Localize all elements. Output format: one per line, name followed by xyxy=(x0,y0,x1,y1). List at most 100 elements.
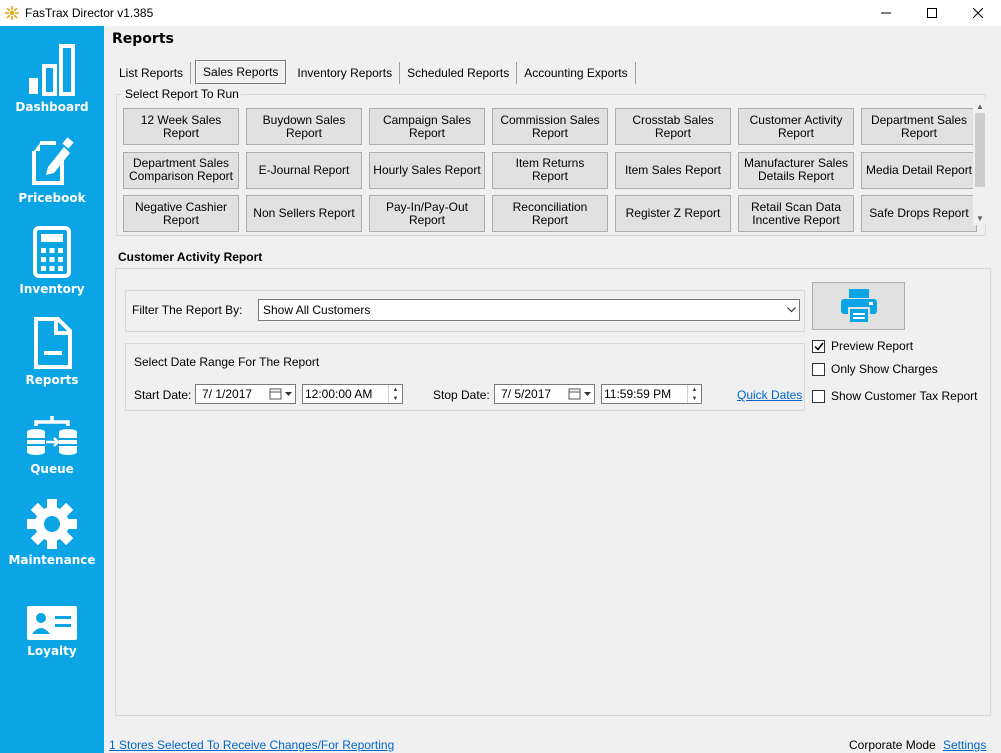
report-button[interactable]: Safe Drops Report xyxy=(861,195,977,233)
report-button[interactable]: Item Sales Report xyxy=(615,151,731,189)
maximize-icon xyxy=(927,8,937,18)
only-show-charges-checkbox[interactable]: Only Show Charges xyxy=(812,362,938,376)
filter-select[interactable]: Show All Customers xyxy=(258,299,800,321)
sidebar-item-maintenance[interactable]: Maintenance xyxy=(0,481,104,567)
stop-time-stepper[interactable]: 11:59:59 PM ▲ ▼ xyxy=(601,384,702,404)
start-date-value: 7/ 1/2017 xyxy=(202,387,253,401)
report-button-line: Department Sales xyxy=(870,112,968,127)
print-report-button[interactable] xyxy=(812,282,905,330)
checkbox-box[interactable] xyxy=(812,362,825,376)
sidebar-item-label: Loyalty xyxy=(27,644,77,658)
sidebar-item-dashboard[interactable]: Dashboard xyxy=(0,26,104,114)
report-button[interactable]: Campaign Sales Report xyxy=(369,108,485,145)
sidebar-item-label: Reports xyxy=(25,373,79,387)
start-time-value: 12:00:00 AM xyxy=(305,387,373,401)
report-button-label: Commission Sales Report xyxy=(500,113,599,140)
stop-date-label: Stop Date: xyxy=(433,388,490,402)
show-customer-tax-report-checkbox[interactable]: Show Customer Tax Report xyxy=(812,389,978,403)
spin-up-icon[interactable]: ▲ xyxy=(688,385,701,394)
spin-down-icon[interactable]: ▼ xyxy=(688,394,701,403)
window-title: FasTrax Director v1.385 xyxy=(25,6,154,20)
checkbox-box[interactable] xyxy=(812,389,825,403)
scroll-up-icon[interactable]: ▲ xyxy=(973,99,987,113)
sidebar-item-queue[interactable]: Queue xyxy=(0,390,104,476)
preview-report-checkbox[interactable]: Preview Report xyxy=(812,339,913,353)
calculator-icon xyxy=(33,226,71,278)
gear-icon xyxy=(27,499,77,549)
scroll-thumb[interactable] xyxy=(975,113,985,187)
spin-up-icon[interactable]: ▲ xyxy=(389,385,402,394)
report-button-line: Details Report xyxy=(757,169,835,184)
maximize-button[interactable] xyxy=(909,0,955,26)
close-button[interactable] xyxy=(955,0,1001,26)
report-button-line: Reconciliation Report xyxy=(512,199,588,227)
filter-group: Filter The Report By: Show All Customers xyxy=(125,290,805,332)
report-button-line: Incentive Report xyxy=(752,212,840,227)
report-button-line: Report xyxy=(162,212,199,227)
calendar-icon[interactable] xyxy=(568,388,592,400)
report-button[interactable]: Media Detail Report xyxy=(861,151,977,189)
report-button[interactable]: Retail Scan Data Incentive Report xyxy=(738,195,854,233)
report-button-line: 12 Week Sales xyxy=(140,112,222,127)
report-button[interactable]: Department Sales Comparison Report xyxy=(123,151,239,189)
filter-label: Filter The Report By: xyxy=(132,303,243,317)
sidebar-item-loyalty[interactable]: Loyalty xyxy=(0,572,104,658)
tab-sales-reports[interactable]: Sales Reports xyxy=(195,60,287,84)
report-button-line: Hourly Sales Report xyxy=(373,162,481,177)
report-button-line: Pay-In/Pay-Out xyxy=(385,199,469,214)
report-button[interactable]: 12 Week Sales Report xyxy=(123,108,239,145)
report-button-label: Reconciliation Report xyxy=(496,199,604,227)
sidebar-item-pricebook[interactable]: Pricebook xyxy=(0,117,104,205)
scroll-down-icon[interactable]: ▼ xyxy=(973,211,987,225)
report-button-label: Safe Drops Report xyxy=(869,207,968,220)
minimize-button[interactable] xyxy=(863,0,909,26)
report-button[interactable]: E-Journal Report xyxy=(246,151,362,189)
report-button-label: Hourly Sales Report xyxy=(373,162,481,177)
database-sync-icon xyxy=(27,416,77,455)
spin-down-icon[interactable]: ▼ xyxy=(389,394,402,403)
report-button[interactable]: Hourly Sales Report xyxy=(369,151,485,189)
report-button-line: Report xyxy=(285,125,323,140)
stop-date-picker[interactable]: 7/ 5/2017 xyxy=(494,384,595,404)
sidebar-item-reports[interactable]: Reports xyxy=(0,299,104,387)
report-button[interactable]: Commission Sales Report xyxy=(492,108,608,145)
tab-accounting-exports[interactable]: Accounting Exports xyxy=(517,62,636,84)
report-button-line: Report xyxy=(900,125,937,140)
report-button[interactable]: Manufacturer Sales Details Report xyxy=(738,151,854,189)
calendar-icon[interactable] xyxy=(269,388,293,400)
report-button[interactable]: Pay-In/Pay-Out Report xyxy=(369,195,485,233)
report-button[interactable]: Negative Cashier Report xyxy=(123,195,239,233)
report-button-label: Department Sales Comparison Report xyxy=(129,157,233,183)
report-button[interactable]: Crosstab Sales Report xyxy=(615,108,731,145)
tab-inventory-reports[interactable]: Inventory Reports xyxy=(290,62,401,84)
report-button[interactable]: Customer Activity Report xyxy=(738,108,854,145)
report-button-label: E-Journal Report xyxy=(259,163,350,177)
report-button-line: Report xyxy=(408,125,446,140)
report-grid-scrollbar[interactable]: ▲ ▼ xyxy=(973,99,987,225)
report-button[interactable]: Reconciliation Report xyxy=(492,195,608,233)
sidebar-item-label: Pricebook xyxy=(18,191,86,205)
report-button[interactable]: Item Returns Report xyxy=(492,151,608,189)
checkbox-box[interactable] xyxy=(812,339,825,353)
select-report-legend: Select Report To Run xyxy=(123,87,241,101)
sidebar-item-label: Dashboard xyxy=(15,100,89,114)
report-button-line: Buydown Sales xyxy=(262,112,346,127)
tab-list-reports[interactable]: List Reports xyxy=(112,62,192,84)
report-button[interactable]: Non Sellers Report xyxy=(246,195,362,233)
stores-selected-link[interactable]: 1 Stores Selected To Receive Changes/For… xyxy=(109,738,394,752)
sidebar-item-inventory[interactable]: Inventory xyxy=(0,208,104,296)
stop-time-value: 11:59:59 PM xyxy=(604,387,672,401)
tab-scheduled-reports[interactable]: Scheduled Reports xyxy=(400,62,518,84)
settings-link[interactable]: Settings xyxy=(943,738,986,752)
edit-document-icon xyxy=(32,137,74,185)
report-button[interactable]: Department Sales Report xyxy=(861,108,977,145)
quick-dates-link[interactable]: Quick Dates xyxy=(737,388,802,402)
start-date-picker[interactable]: 7/ 1/2017 xyxy=(195,384,296,404)
report-button-label: 12 Week Sales Report xyxy=(140,112,222,140)
report-button[interactable]: Buydown Sales Report xyxy=(246,108,362,145)
report-button-line: Item Sales Report xyxy=(624,162,722,177)
start-time-stepper[interactable]: 12:00:00 AM ▲ ▼ xyxy=(302,384,403,404)
report-button[interactable]: Register Z Report xyxy=(615,195,731,233)
bar-chart-icon xyxy=(29,44,75,96)
sidebar-item-label: Inventory xyxy=(19,282,85,296)
